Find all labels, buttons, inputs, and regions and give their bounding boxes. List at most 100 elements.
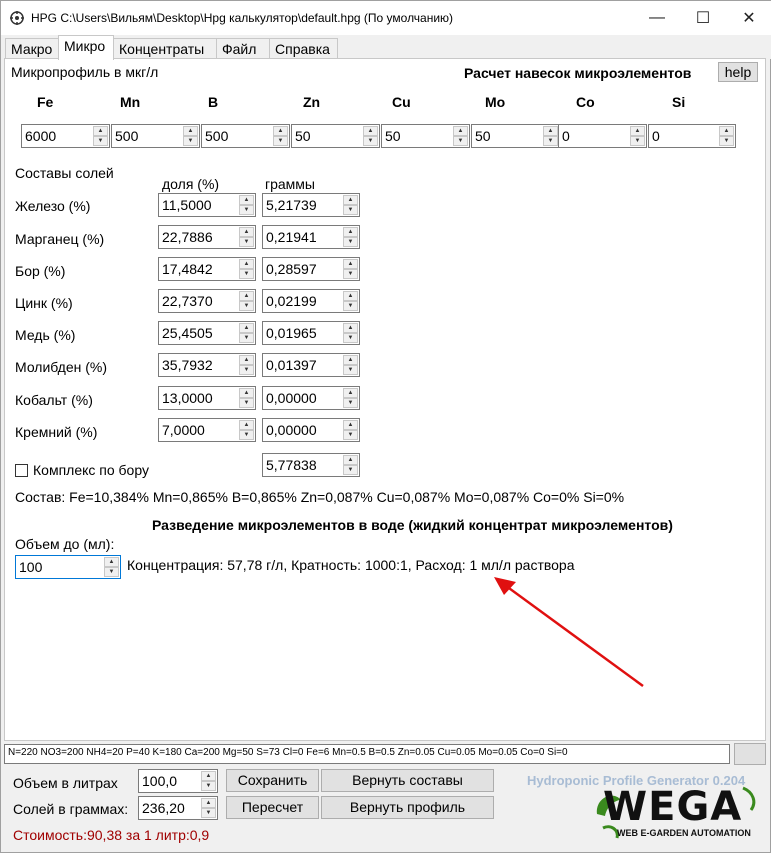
spin-down-icon[interactable]: ▼ (273, 136, 288, 146)
spin-up-icon[interactable]: ▲ (719, 126, 734, 136)
spin-down-icon[interactable]: ▼ (343, 365, 358, 375)
spin-down-icon[interactable]: ▼ (343, 205, 358, 215)
mn-input[interactable]: 500 ▲ ▼ (111, 124, 200, 148)
save-button[interactable]: Сохранить (226, 769, 319, 792)
fe-input[interactable]: 6000 ▲ ▼ (21, 124, 110, 148)
salt-share-input[interactable]: 7,0000 ▲ ▼ (158, 418, 256, 442)
salt-share-input[interactable]: 35,7932 ▲ ▼ (158, 353, 256, 377)
spin-up-icon[interactable]: ▲ (239, 323, 254, 333)
spin-up-icon[interactable]: ▲ (343, 323, 358, 333)
close-button[interactable]: ✕ (726, 1, 771, 35)
spin-up-icon[interactable]: ▲ (343, 227, 358, 237)
spin-up-icon[interactable]: ▲ (239, 259, 254, 269)
spin-up-icon[interactable]: ▲ (183, 126, 198, 136)
co-input[interactable]: 0 ▲ ▼ (558, 124, 647, 148)
spin-down-icon[interactable]: ▼ (719, 136, 734, 146)
tab-file[interactable]: Файл (216, 38, 270, 59)
spin-down-icon[interactable]: ▼ (343, 301, 358, 311)
help-button[interactable]: help (718, 62, 758, 82)
salt-share-input[interactable]: 11,5000 ▲ ▼ (158, 193, 256, 217)
salt-share-input[interactable]: 25,4505 ▲ ▼ (158, 321, 256, 345)
spin-down-icon[interactable]: ▼ (201, 781, 216, 791)
spin-up-icon[interactable]: ▲ (239, 420, 254, 430)
minimize-button[interactable]: — (634, 1, 680, 35)
spin-down-icon[interactable]: ▼ (93, 136, 108, 146)
spin-up-icon[interactable]: ▲ (543, 126, 558, 136)
spin-up-icon[interactable]: ▲ (239, 291, 254, 301)
spin-up-icon[interactable]: ▲ (239, 388, 254, 398)
spin-down-icon[interactable]: ▼ (343, 430, 358, 440)
spin-down-icon[interactable]: ▼ (239, 269, 254, 279)
spin-down-icon[interactable]: ▼ (543, 136, 558, 146)
salt-grams-input[interactable]: 5,21739 ▲ ▼ (262, 193, 360, 217)
volume-liters-input[interactable]: 100,0 ▲ ▼ (138, 769, 218, 793)
spin-up-icon[interactable]: ▲ (343, 420, 358, 430)
b-input[interactable]: 500 ▲ ▼ (201, 124, 290, 148)
spin-down-icon[interactable]: ▼ (363, 136, 378, 146)
spin-down-icon[interactable]: ▼ (453, 136, 468, 146)
salt-grams-input[interactable]: 0,00000 ▲ ▼ (262, 386, 360, 410)
spin-down-icon[interactable]: ▼ (239, 205, 254, 215)
volume-input[interactable]: 100 ▲ ▼ (15, 555, 121, 579)
spin-down-icon[interactable]: ▼ (239, 237, 254, 247)
spin-up-icon[interactable]: ▲ (343, 388, 358, 398)
spin-down-icon[interactable]: ▼ (239, 398, 254, 408)
salt-grams-input[interactable]: 0,00000 ▲ ▼ (262, 418, 360, 442)
spin-up-icon[interactable]: ▲ (343, 455, 358, 465)
spin-down-icon[interactable]: ▼ (239, 301, 254, 311)
tab-help[interactable]: Справка (269, 38, 338, 59)
spin-down-icon[interactable]: ▼ (104, 567, 119, 577)
tab-micro[interactable]: Микро (58, 35, 114, 60)
spin-up-icon[interactable]: ▲ (343, 355, 358, 365)
spin-down-icon[interactable]: ▼ (239, 333, 254, 343)
salt-grams-input[interactable]: 0,21941 ▲ ▼ (262, 225, 360, 249)
spin-down-icon[interactable]: ▼ (343, 237, 358, 247)
complex-boron-checkbox[interactable] (15, 464, 28, 477)
spin-up-icon[interactable]: ▲ (104, 557, 119, 567)
tab-concentrates[interactable]: Концентраты (113, 38, 217, 59)
salt-grams-input[interactable]: 0,01397 ▲ ▼ (262, 353, 360, 377)
spin-up-icon[interactable]: ▲ (453, 126, 468, 136)
spin-down-icon[interactable]: ▼ (201, 808, 216, 818)
spin-up-icon[interactable]: ▲ (273, 126, 288, 136)
salt-share-input[interactable]: 17,4842 ▲ ▼ (158, 257, 256, 281)
spin-down-icon[interactable]: ▼ (239, 430, 254, 440)
salt-grams-input[interactable]: 0,28597 ▲ ▼ (262, 257, 360, 281)
spin-down-icon[interactable]: ▼ (343, 465, 358, 475)
spin-up-icon[interactable]: ▲ (239, 355, 254, 365)
spin-down-icon[interactable]: ▼ (343, 269, 358, 279)
status-line-button[interactable] (734, 743, 766, 765)
mo-input[interactable]: 50 ▲ ▼ (471, 124, 560, 148)
salt-share-input[interactable]: 22,7886 ▲ ▼ (158, 225, 256, 249)
si-input[interactable]: 0 ▲ ▼ (648, 124, 736, 148)
spin-up-icon[interactable]: ▲ (201, 798, 216, 808)
spin-up-icon[interactable]: ▲ (201, 771, 216, 781)
spin-down-icon[interactable]: ▼ (183, 136, 198, 146)
salt-share-input[interactable]: 22,7370 ▲ ▼ (158, 289, 256, 313)
spin-up-icon[interactable]: ▲ (239, 227, 254, 237)
restore-compositions-button[interactable]: Вернуть составы (321, 769, 494, 792)
spin-up-icon[interactable]: ▲ (363, 126, 378, 136)
spin-up-icon[interactable]: ▲ (630, 126, 645, 136)
spin-down-icon[interactable]: ▼ (630, 136, 645, 146)
grams-column-header: граммы (265, 176, 315, 192)
spin-up-icon[interactable]: ▲ (343, 195, 358, 205)
spin-up-icon[interactable]: ▲ (343, 291, 358, 301)
spin-up-icon[interactable]: ▲ (239, 195, 254, 205)
cu-input[interactable]: 50 ▲ ▼ (381, 124, 470, 148)
total-grams-input[interactable]: 5,77838 ▲ ▼ (262, 453, 360, 477)
spin-down-icon[interactable]: ▼ (343, 333, 358, 343)
salts-grams-input[interactable]: 236,20 ▲ ▼ (138, 796, 218, 820)
spin-up-icon[interactable]: ▲ (343, 259, 358, 269)
restore-profile-button[interactable]: Вернуть профиль (321, 796, 494, 819)
zn-input[interactable]: 50 ▲ ▼ (291, 124, 380, 148)
spin-down-icon[interactable]: ▼ (239, 365, 254, 375)
spin-down-icon[interactable]: ▼ (343, 398, 358, 408)
salt-grams-input[interactable]: 0,02199 ▲ ▼ (262, 289, 360, 313)
tab-macro[interactable]: Макро (5, 38, 59, 59)
salt-share-input[interactable]: 13,0000 ▲ ▼ (158, 386, 256, 410)
maximize-button[interactable]: ☐ (680, 1, 726, 35)
recalc-button[interactable]: Пересчет (226, 796, 319, 819)
spin-up-icon[interactable]: ▲ (93, 126, 108, 136)
salt-grams-input[interactable]: 0,01965 ▲ ▼ (262, 321, 360, 345)
